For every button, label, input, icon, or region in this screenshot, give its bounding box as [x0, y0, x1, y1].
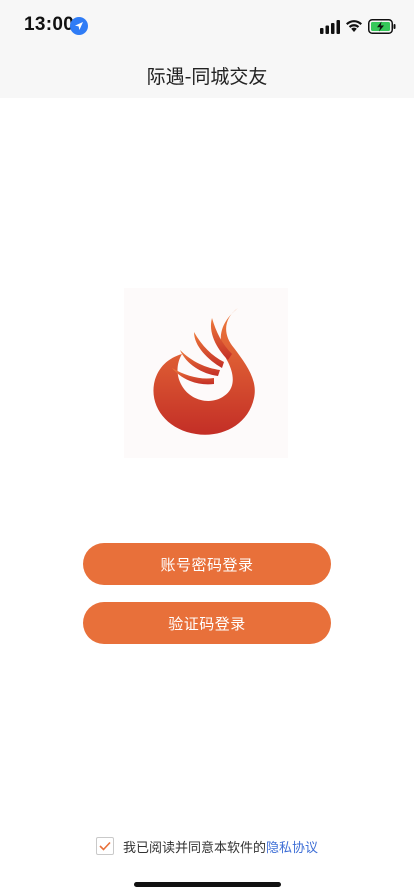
location-arrow-icon	[70, 17, 88, 35]
agreement-checkbox[interactable]	[95, 837, 114, 855]
code-login-button[interactable]: 验证码登录	[83, 602, 331, 644]
code-login-label: 验证码登录	[168, 614, 246, 633]
status-time: 13:00	[24, 14, 75, 35]
wifi-icon	[346, 20, 362, 32]
password-login-label: 账号密码登录	[160, 555, 254, 574]
privacy-agreement: 我已阅读并同意本软件的 隐私协议	[0, 835, 414, 857]
status-bar: 13:00	[0, 0, 414, 52]
battery-charging-icon	[368, 19, 396, 34]
privacy-policy-link[interactable]: 隐私协议	[266, 837, 318, 856]
checkmark-icon	[99, 841, 111, 851]
phoenix-logo-icon	[153, 308, 255, 435]
nav-bar: 际遇-同城交友	[0, 52, 414, 98]
page-title: 际遇-同城交友	[146, 66, 268, 88]
password-login-button[interactable]: 账号密码登录	[83, 543, 331, 585]
cellular-signal-icon	[320, 20, 340, 34]
agreement-text: 我已阅读并同意本软件的	[122, 840, 266, 856]
app-logo	[124, 288, 288, 458]
home-indicator[interactable]	[134, 882, 281, 887]
